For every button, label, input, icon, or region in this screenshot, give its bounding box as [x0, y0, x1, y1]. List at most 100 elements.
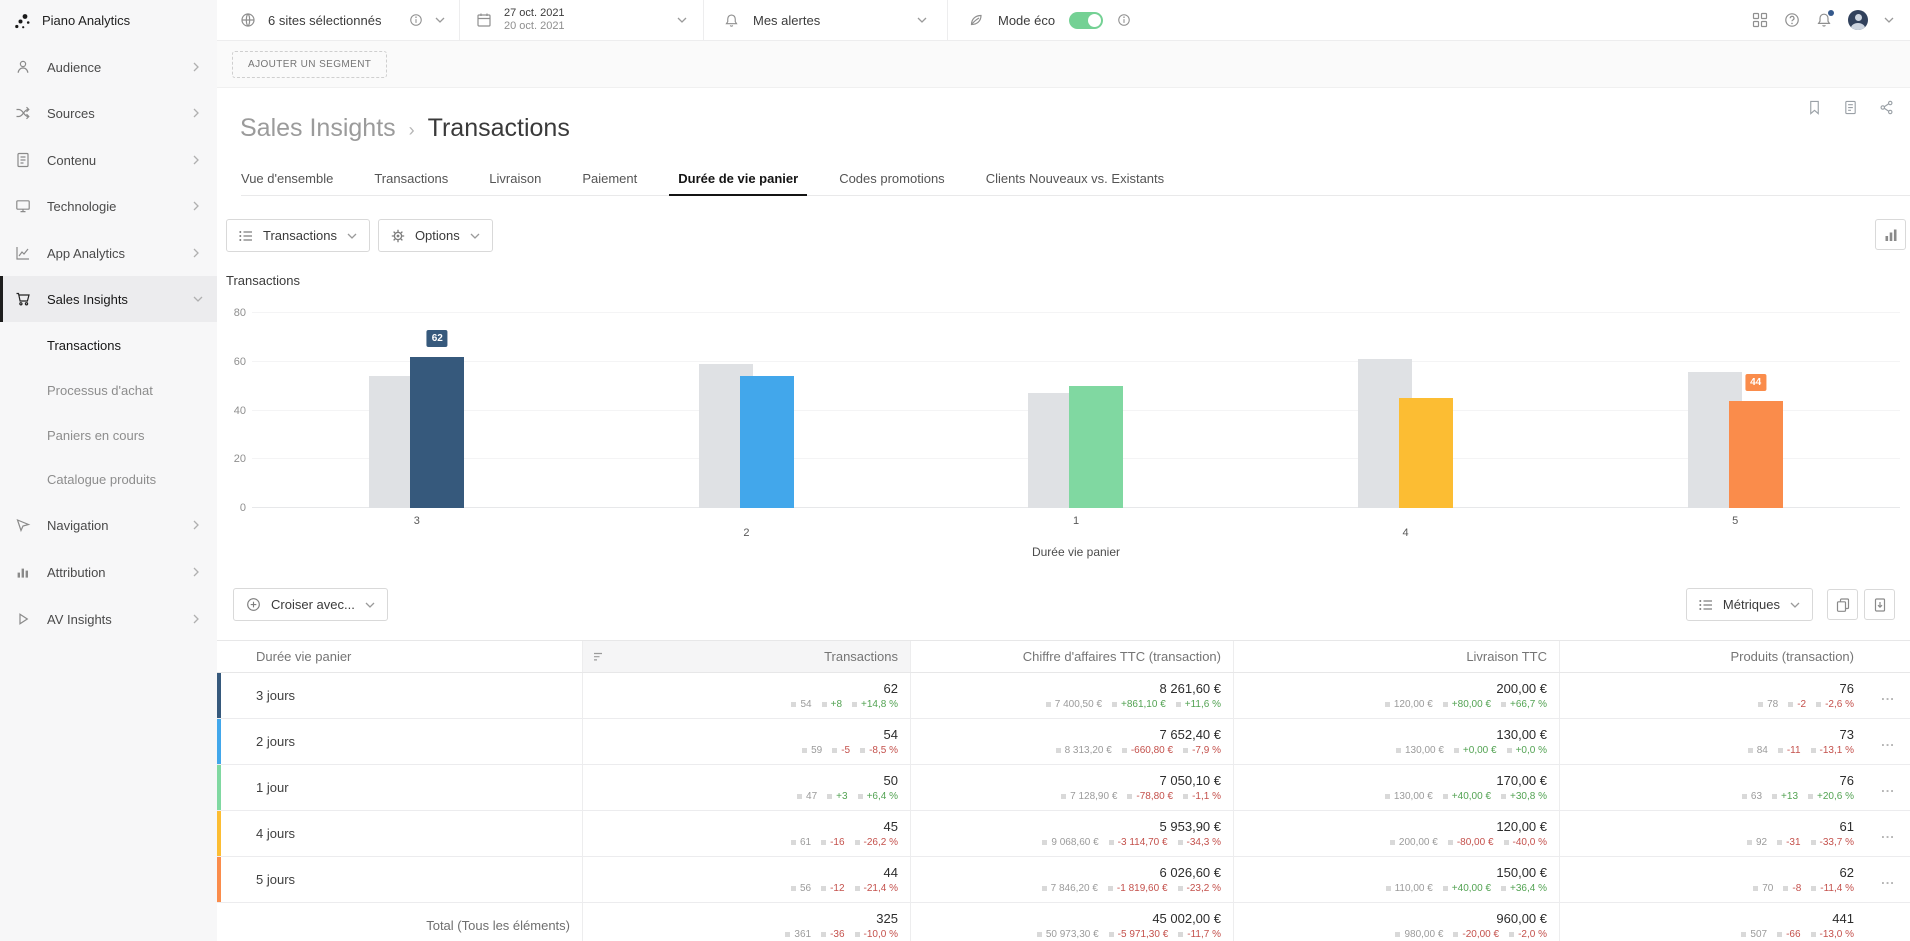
- cell-delta: -36: [821, 929, 844, 940]
- sidebar-item-audience[interactable]: Audience: [0, 44, 217, 90]
- topbar: 6 sites sélectionnés 27 oct. 2021 20 oct…: [217, 0, 1910, 41]
- cell-prev-value: 7 846,20 €: [1042, 883, 1098, 894]
- breadcrumb-section[interactable]: Sales Insights: [240, 114, 396, 143]
- date-range-picker[interactable]: 27 oct. 2021 20 oct. 2021: [460, 0, 704, 40]
- alerts-selector[interactable]: Mes alertes: [704, 0, 948, 40]
- table-row[interactable]: 1 jour5047+3+6,4 %7 050,10 €7 128,90 €-7…: [217, 765, 1910, 811]
- chart-bar-current-1[interactable]: [1069, 386, 1123, 508]
- cross-with-dropdown[interactable]: Croiser avec...: [233, 588, 388, 621]
- table-cell: 150,00 €110,00 €+40,00 €+36,4 %: [1233, 857, 1559, 902]
- page-actions: [1807, 100, 1894, 115]
- notifications-button[interactable]: [1816, 12, 1832, 28]
- chart-value-badge: 44: [1745, 374, 1766, 391]
- chevron-down-icon[interactable]: [1884, 17, 1894, 23]
- bookmark-icon[interactable]: [1807, 100, 1822, 115]
- options-dropdown[interactable]: Options: [378, 219, 493, 252]
- metric-selector-dropdown[interactable]: Transactions: [226, 219, 370, 252]
- cell-comparison: 507-66-13,0 %: [1741, 929, 1854, 940]
- tab-transactions[interactable]: Transactions: [374, 162, 448, 195]
- cell-delta: -3 114,70 €: [1109, 837, 1168, 848]
- table-cell: 170,00 €130,00 €+40,00 €+30,8 %: [1233, 765, 1559, 810]
- info-icon[interactable]: [1117, 13, 1131, 27]
- add-segment-button[interactable]: AJOUTER UN SEGMENT: [232, 51, 387, 78]
- chart-bar-current-3[interactable]: [410, 357, 464, 508]
- cell-value: 54: [884, 727, 898, 742]
- chart-view-toggle-button[interactable]: [1875, 219, 1906, 250]
- sidebar-item-transactions[interactable]: Transactions: [0, 322, 217, 368]
- segment-bar: AJOUTER UN SEGMENT: [217, 41, 1910, 88]
- table-cell: 5047+3+6,4 %: [582, 765, 910, 810]
- download-table-button[interactable]: [1864, 589, 1895, 620]
- chart-bar-current-4[interactable]: [1399, 398, 1453, 508]
- row-menu-button[interactable]: ...: [1866, 765, 1910, 810]
- sidebar-item-attribution[interactable]: Attribution: [0, 549, 217, 595]
- row-menu-button[interactable]: ...: [1866, 719, 1910, 764]
- sidebar-item-av-insights[interactable]: AV Insights: [0, 596, 217, 642]
- eco-mode-toggle[interactable]: [1069, 12, 1103, 29]
- cell-delta-pct: -8,5 %: [860, 745, 898, 756]
- cell-delta-pct: +11,6 %: [1176, 699, 1221, 710]
- user-avatar[interactable]: [1848, 10, 1868, 30]
- table-row[interactable]: 4 jours4561-16-26,2 %5 953,90 €9 068,60 …: [217, 811, 1910, 857]
- chevron-down-icon[interactable]: [917, 17, 927, 23]
- table-row[interactable]: 5 jours4456-12-21,4 %6 026,60 €7 846,20 …: [217, 857, 1910, 903]
- table-row[interactable]: 3 jours6254+8+14,8 %8 261,60 €7 400,50 €…: [217, 673, 1910, 719]
- cell-delta: -20,00 €: [1453, 929, 1499, 940]
- cell-comparison: 9 068,60 €-3 114,70 €-34,3 %: [1042, 837, 1221, 848]
- metrics-dropdown[interactable]: Métriques: [1686, 588, 1813, 621]
- app-logo[interactable]: Piano Analytics: [0, 0, 217, 41]
- cell-delta: -11: [1778, 745, 1801, 756]
- sort-icon[interactable]: [593, 652, 603, 662]
- row-label: 5 jours: [217, 857, 582, 902]
- export-icon[interactable]: [1843, 100, 1858, 115]
- row-menu-button[interactable]: ...: [1866, 811, 1910, 856]
- sidebar-item-app-analytics[interactable]: App Analytics: [0, 230, 217, 276]
- table-cell: 5 953,90 €9 068,60 €-3 114,70 €-34,3 %: [910, 811, 1233, 856]
- cell-value: 441: [1832, 911, 1854, 926]
- cell-prev-value: 61: [791, 837, 811, 848]
- info-icon[interactable]: [409, 13, 423, 27]
- sidebar-item-navigation[interactable]: Navigation: [0, 502, 217, 548]
- apps-grid-icon[interactable]: [1752, 12, 1768, 28]
- sidebar-item-processus-d-achat[interactable]: Processus d'achat: [0, 367, 217, 413]
- eco-mode-section: Mode éco: [948, 0, 1158, 40]
- metrics-label: Métriques: [1723, 597, 1780, 612]
- options-label: Options: [415, 228, 460, 243]
- table-cell: 6192-31-33,7 %: [1559, 811, 1866, 856]
- tab-clients-nouveaux-vs-existants[interactable]: Clients Nouveaux vs. Existants: [986, 162, 1164, 195]
- sidebar-item-contenu[interactable]: Contenu: [0, 137, 217, 183]
- share-icon[interactable]: [1879, 100, 1894, 115]
- table-header-cell-produits-transaction[interactable]: Produits (transaction): [1559, 641, 1866, 672]
- row-accent: [217, 673, 221, 718]
- table-header-cell-dur-e-vie-panier[interactable]: Durée vie panier: [217, 641, 582, 672]
- cell-delta-pct: -21,4 %: [855, 883, 898, 894]
- tab-paiement[interactable]: Paiement: [582, 162, 637, 195]
- tab-livraison[interactable]: Livraison: [489, 162, 541, 195]
- sidebar-item-sales-insights[interactable]: Sales Insights: [0, 276, 217, 322]
- site-selector[interactable]: 6 sites sélectionnés: [217, 0, 460, 40]
- row-label: Total (Tous les éléments): [217, 903, 582, 941]
- sidebar-item-sources[interactable]: Sources: [0, 90, 217, 136]
- help-icon[interactable]: [1784, 12, 1800, 28]
- chevron-down-icon[interactable]: [677, 17, 687, 23]
- sidebar-item-paniers-en-cours[interactable]: Paniers en cours: [0, 412, 217, 458]
- cell-prev-value: 7 400,50 €: [1046, 699, 1102, 710]
- tab-vue-d-ensemble[interactable]: Vue d'ensemble: [241, 162, 333, 195]
- copy-table-button[interactable]: [1827, 589, 1858, 620]
- table-header-cell-transactions[interactable]: Transactions: [582, 641, 910, 672]
- table-header-cell-chiffre-d-affaires-ttc-transaction[interactable]: Chiffre d'affaires TTC (transaction): [910, 641, 1233, 672]
- tab-dur-e-de-vie-panier[interactable]: Durée de vie panier: [678, 162, 798, 195]
- chart-bar-current-2[interactable]: [740, 376, 794, 508]
- row-menu-button[interactable]: ...: [1866, 857, 1910, 902]
- tab-codes-promotions[interactable]: Codes promotions: [839, 162, 945, 195]
- chevron-down-icon: [470, 233, 480, 239]
- cell-delta-pct: +36,4 %: [1501, 883, 1547, 894]
- chevron-down-icon[interactable]: [435, 17, 445, 23]
- table-header-cell-livraison-ttc[interactable]: Livraison TTC: [1233, 641, 1559, 672]
- chart-bar-current-5[interactable]: [1729, 401, 1783, 508]
- row-menu-button[interactable]: ...: [1866, 673, 1910, 718]
- chevron-right-icon: [193, 201, 199, 211]
- sidebar-item-catalogue-produits[interactable]: Catalogue produits: [0, 456, 217, 502]
- table-row[interactable]: 2 jours5459-5-8,5 %7 652,40 €8 313,20 €-…: [217, 719, 1910, 765]
- sidebar-item-technologie[interactable]: Technologie: [0, 183, 217, 229]
